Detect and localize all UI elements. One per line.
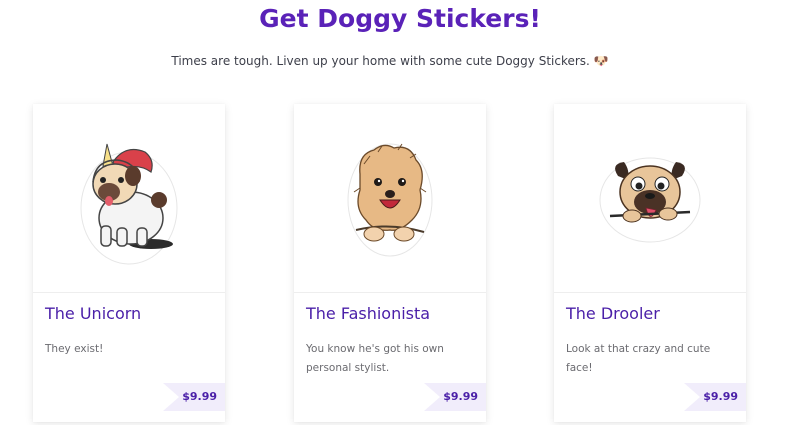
page-title: Get Doggy Stickers! xyxy=(259,4,541,33)
card-divider xyxy=(33,292,225,293)
price-tag: $9.99 xyxy=(424,383,486,411)
card-title[interactable]: The Unicorn xyxy=(45,304,141,323)
card-title[interactable]: The Fashionista xyxy=(306,304,430,323)
price-tag: $9.99 xyxy=(684,383,746,411)
price-tag: $9.99 xyxy=(163,383,225,411)
card-divider xyxy=(554,292,746,293)
card-description: You know he's got his own personal styli… xyxy=(306,343,444,374)
product-card-unicorn[interactable]: The Unicorn They exist! $9.99 xyxy=(33,104,225,422)
product-card-fashionista[interactable]: The Fashionista You know he's got his ow… xyxy=(294,104,486,422)
fluffy-dog-sticker-image xyxy=(294,104,486,292)
price-label: $9.99 xyxy=(182,390,217,403)
unicorn-pug-sticker-image xyxy=(33,104,225,292)
card-divider xyxy=(294,292,486,293)
drooling-pug-sticker-image xyxy=(554,104,746,292)
page-subtitle: Times are tough. Liven up your home with… xyxy=(171,54,609,68)
card-description: They exist! xyxy=(45,343,104,355)
product-card-drooler[interactable]: The Drooler Look at that crazy and cute … xyxy=(554,104,746,422)
price-label: $9.99 xyxy=(703,390,738,403)
card-description: Look at that crazy and cute face! xyxy=(566,343,711,374)
card-title[interactable]: The Drooler xyxy=(566,304,660,323)
price-label: $9.99 xyxy=(443,390,478,403)
